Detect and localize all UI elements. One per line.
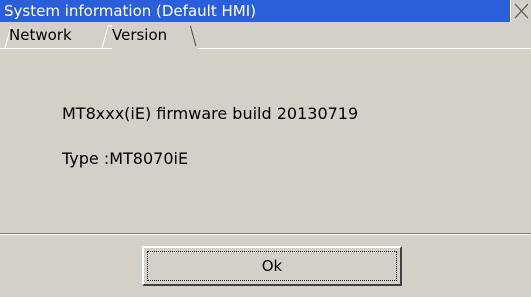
version-panel: MT8xxx(iE) firmware build 20130719 Type … <box>0 49 531 233</box>
focus-rectangle <box>147 251 397 281</box>
system-info-dialog: System information (Default HMI) Network… <box>0 0 531 297</box>
tab-network[interactable]: Network <box>9 24 72 46</box>
footer-divider-highlight <box>0 234 531 235</box>
device-type-text: Type :MT8070iE <box>62 149 189 168</box>
dialog-title: System information (Default HMI) <box>0 0 510 22</box>
firmware-build-text: MT8xxx(iE) firmware build 20130719 <box>62 104 359 123</box>
ok-button[interactable]: Ok <box>142 246 402 286</box>
tab-bar: Network Version <box>0 22 531 48</box>
tab-version[interactable]: Version <box>112 24 168 46</box>
tab-divider <box>189 25 197 47</box>
close-button[interactable] <box>510 0 531 22</box>
